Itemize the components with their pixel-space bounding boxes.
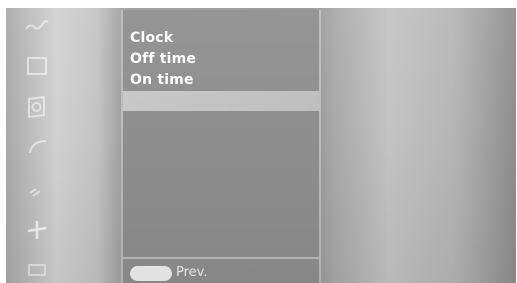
prev-label: Prev. (176, 265, 208, 280)
plus-icon (22, 218, 52, 242)
footer-bar: Prev. (130, 265, 207, 281)
tv-screen: Clock Off time On time Prev. (6, 8, 516, 283)
menu-item-on-time[interactable]: On time (123, 70, 319, 91)
prev-key-icon[interactable] (130, 265, 172, 281)
curve-icon (22, 134, 52, 158)
speaker-icon (22, 94, 52, 119)
menu-item-off-time[interactable]: Off time (123, 49, 319, 70)
box-icon (22, 258, 52, 282)
side-icon-bar (16, 8, 60, 283)
menu-list: Clock Off time On time (123, 28, 319, 111)
signal-icon (22, 178, 52, 202)
footer-divider (123, 257, 319, 259)
menu-item-selected-empty[interactable] (123, 91, 319, 111)
screen-icon (22, 54, 52, 78)
wave-icon (22, 14, 52, 38)
menu-item-clock[interactable]: Clock (123, 28, 319, 49)
timer-menu-panel: Clock Off time On time Prev. (121, 10, 321, 283)
